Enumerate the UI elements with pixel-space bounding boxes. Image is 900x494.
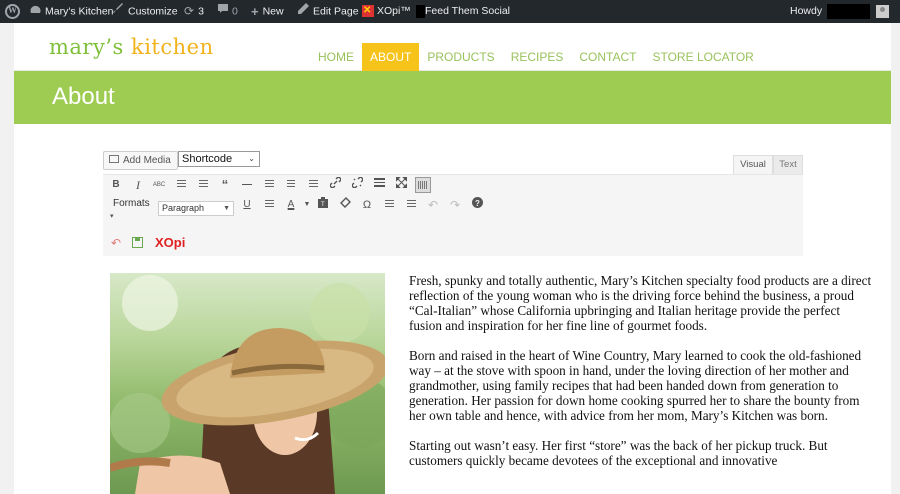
align-center-icon[interactable] [283, 177, 299, 193]
admin-customize[interactable]: Customize [113, 0, 178, 23]
article-paragraph: Born and raised in the heart of Wine Cou… [409, 348, 862, 423]
blockquote-icon[interactable]: “ [217, 177, 233, 193]
tab-visual[interactable]: Visual [733, 155, 773, 174]
avatar [875, 4, 889, 18]
bold-icon[interactable]: B [108, 177, 124, 193]
horizontal-rule-icon[interactable]: — [239, 177, 255, 193]
justify-icon[interactable] [261, 197, 277, 213]
admin-updates[interactable]: ⟳ 3 [184, 0, 204, 23]
admin-account[interactable]: Howdy [790, 0, 889, 23]
link-icon[interactable] [327, 176, 343, 193]
about-article: Fresh, spunky and totally authentic, Mar… [409, 273, 874, 483]
outdent-icon[interactable] [381, 197, 397, 213]
paste-text-icon[interactable]: T [315, 197, 331, 213]
tab-text[interactable]: Text [773, 155, 803, 174]
shortcode-select[interactable]: Shortcode ⌄ [178, 151, 260, 167]
align-right-icon[interactable] [305, 177, 321, 193]
admin-bar: Mary's Kitchen Customize ⟳3 0 +New Edit … [0, 0, 900, 23]
underline-icon[interactable]: U [239, 197, 255, 213]
formats-menu[interactable]: Formats [113, 198, 150, 209]
bullet-list-icon[interactable] [173, 177, 189, 193]
numbered-list-icon[interactable] [195, 177, 211, 193]
toolbar-row-2: Formats ▾ Paragraph ▼ U A ▼ T Ω ↶ ↷ ? [103, 197, 803, 220]
pencil-icon [298, 0, 309, 23]
main-nav: HOME ABOUT PRODUCTS RECIPES CONTACT STOR… [310, 43, 762, 71]
redacted-box [415, 4, 425, 18]
admin-xopi[interactable]: XOpi™ [362, 0, 425, 23]
toolbar-row-1: B I ABC “ — [103, 176, 803, 197]
nav-products[interactable]: PRODUCTS [419, 43, 502, 71]
undo-icon[interactable]: ↶ [425, 197, 441, 213]
unlink-icon[interactable] [349, 176, 365, 193]
admin-edit-page[interactable]: Edit Page [298, 0, 359, 23]
wordpress-logo-icon[interactable] [5, 4, 20, 19]
nav-about[interactable]: ABOUT [362, 43, 420, 71]
italic-icon[interactable]: I [130, 177, 146, 193]
nav-recipes[interactable]: RECIPES [503, 43, 572, 71]
read-more-icon[interactable] [371, 177, 387, 193]
admin-comments[interactable]: 0 [218, 0, 238, 23]
xopi-back-icon[interactable]: ↶ [111, 236, 121, 250]
fullscreen-icon[interactable] [393, 176, 409, 193]
paragraph-select[interactable]: Paragraph ▼ [158, 201, 234, 216]
admin-new[interactable]: + New [251, 0, 284, 23]
xopi-icon [362, 0, 374, 22]
nav-home[interactable]: HOME [310, 43, 362, 71]
article-paragraph: Fresh, spunky and totally authentic, Mar… [409, 273, 872, 333]
text-color-caret-icon[interactable]: ▼ [299, 197, 315, 213]
brush-icon [113, 0, 124, 23]
strikethrough-icon[interactable]: ABC [151, 177, 167, 193]
special-character-icon[interactable]: Ω [359, 197, 375, 213]
redacted-username [827, 3, 871, 19]
svg-text:T: T [321, 202, 325, 208]
formats-caret-icon: ▾ [110, 213, 114, 220]
indent-icon[interactable] [403, 197, 419, 213]
clear-formatting-icon[interactable] [337, 197, 353, 213]
site-header: mary’s kitchen HOME ABOUT PRODUCTS RECIP… [14, 23, 891, 71]
editor-toolbar: B I ABC “ — Formats ▾ Paragraph ▼ U A ▼ … [103, 174, 803, 256]
xopi-logo[interactable]: XOpi [155, 235, 185, 250]
updates-icon: ⟳ [184, 4, 195, 18]
mary-portrait-photo [110, 273, 385, 494]
nav-contact[interactable]: CONTACT [571, 43, 644, 71]
site-logo[interactable]: mary’s kitchen [49, 35, 214, 59]
text-color-icon[interactable]: A [283, 197, 299, 213]
media-icon [109, 155, 119, 164]
article-paragraph: Starting out wasn’t easy. Her first “sto… [409, 438, 828, 468]
site-page: mary’s kitchen HOME ABOUT PRODUCTS RECIP… [14, 23, 891, 494]
redo-icon[interactable]: ↷ [447, 197, 463, 213]
page-banner: About [14, 71, 891, 124]
save-icon[interactable] [132, 237, 143, 251]
align-left-icon[interactable] [261, 177, 277, 193]
add-media-button[interactable]: Add Media [103, 151, 178, 170]
toolbar-toggle-icon[interactable] [415, 177, 431, 193]
nav-store-locator[interactable]: STORE LOCATOR [644, 43, 761, 71]
svg-text:?: ? [475, 199, 480, 208]
chevron-down-icon: ⌄ [248, 154, 255, 163]
admin-feed-them-social[interactable]: Feed Them Social [425, 0, 510, 23]
chevron-down-icon: ▼ [223, 205, 230, 212]
dashboard-icon [30, 0, 41, 23]
page-title: About [52, 83, 115, 110]
comment-icon [218, 0, 228, 23]
admin-site-name[interactable]: Mary's Kitchen [30, 0, 114, 23]
plus-icon: + [251, 4, 259, 19]
help-icon[interactable]: ? [469, 197, 485, 213]
